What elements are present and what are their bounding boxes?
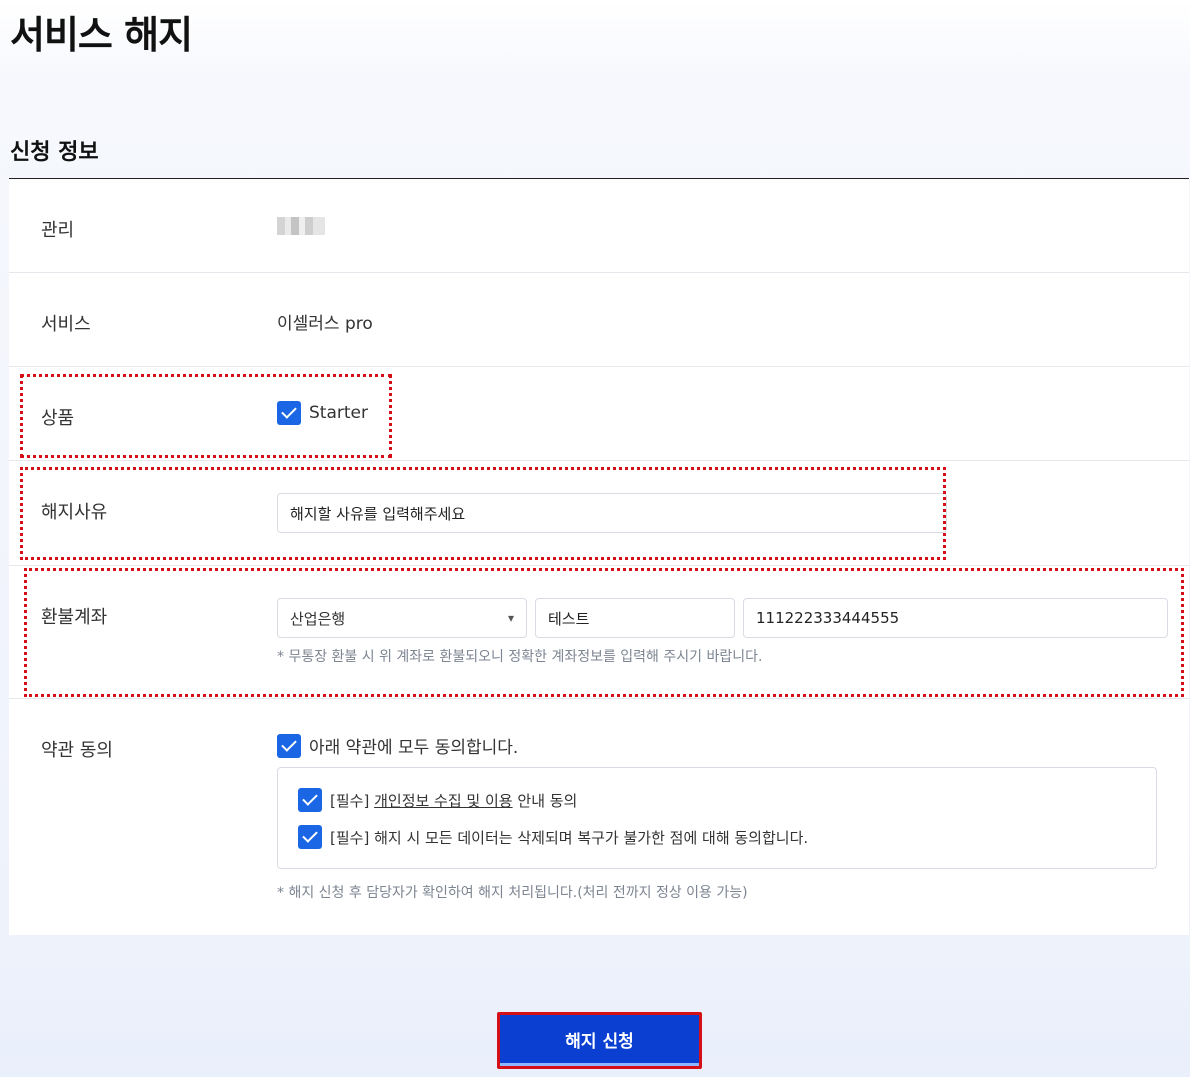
account-number-input[interactable] [743, 598, 1168, 638]
agree-item-privacy[interactable]: [필수] 개인정보 수집 및 이용 안내 동의 [298, 788, 577, 812]
account-holder-input[interactable] [535, 598, 735, 638]
section-title: 신청 정보 [10, 140, 99, 165]
bank-select[interactable]: 산업은행 ▾ [277, 598, 527, 638]
row-manage: 관리 [9, 179, 1189, 273]
agree-item-privacy-prefix: [필수] [330, 791, 370, 810]
manage-label: 관리 [41, 220, 75, 241]
terms-note: * 해지 신청 후 담당자가 확인하여 해지 처리됩니다.(처리 전까지 정상 … [277, 885, 748, 901]
checkbox-checked-icon[interactable] [298, 788, 322, 812]
row-product: 상품 Starter [9, 367, 1189, 461]
checkbox-checked-icon[interactable] [277, 401, 301, 425]
product-label: 상품 [41, 408, 75, 429]
highlight-submit: 해지 신청 [497, 1012, 702, 1069]
agree-all[interactable]: 아래 약관에 모두 동의합니다. [277, 733, 518, 758]
manage-value-redacted [277, 217, 325, 235]
checkbox-checked-icon[interactable] [298, 825, 322, 849]
chevron-down-icon: ▾ [507, 611, 514, 625]
page-title: 서비스 해지 [10, 13, 193, 57]
row-reason: 해지사유 [9, 461, 1189, 566]
agree-item-data-deletion-label: [필수] 해지 시 모든 데이터는 삭제되며 복구가 불가한 점에 대해 동의합… [330, 828, 809, 847]
agree-item-data-deletion[interactable]: [필수] 해지 시 모든 데이터는 삭제되며 복구가 불가한 점에 대해 동의합… [298, 825, 808, 849]
reason-label: 해지사유 [41, 502, 108, 523]
service-value: 이셀러스 pro [277, 314, 373, 334]
refund-hint: * 무통장 환불 시 위 계좌로 환불되오니 정확한 계좌정보를 입력해 주시기… [277, 649, 763, 665]
terms-agreement-box: [필수] 개인정보 수집 및 이용 안내 동의 [필수] 해지 시 모든 데이터… [277, 767, 1157, 869]
checkbox-checked-icon[interactable] [277, 733, 301, 758]
product-option-label: Starter [309, 403, 368, 423]
row-refund: 환불계좌 산업은행 ▾ * 무통장 환불 시 위 계좌로 환불되오니 정확한 계… [9, 566, 1189, 699]
product-option[interactable]: Starter [277, 401, 368, 425]
submit-cancellation-button[interactable]: 해지 신청 [500, 1015, 699, 1066]
agree-all-label: 아래 약관에 모두 동의합니다. [309, 738, 519, 758]
privacy-policy-link[interactable]: 개인정보 수집 및 이용 [374, 792, 513, 810]
row-service: 서비스 이셀러스 pro [9, 273, 1189, 367]
service-label: 서비스 [41, 314, 91, 335]
bank-select-value: 산업은행 [290, 609, 346, 628]
agree-item-privacy-suffix: 안내 동의 [517, 791, 578, 810]
application-info-card: 관리 서비스 이셀러스 pro 상품 Starter 해지사유 환불계좌 산업은… [9, 178, 1189, 935]
reason-input[interactable] [277, 493, 947, 533]
refund-label: 환불계좌 [41, 607, 108, 628]
terms-label: 약관 동의 [41, 740, 113, 761]
